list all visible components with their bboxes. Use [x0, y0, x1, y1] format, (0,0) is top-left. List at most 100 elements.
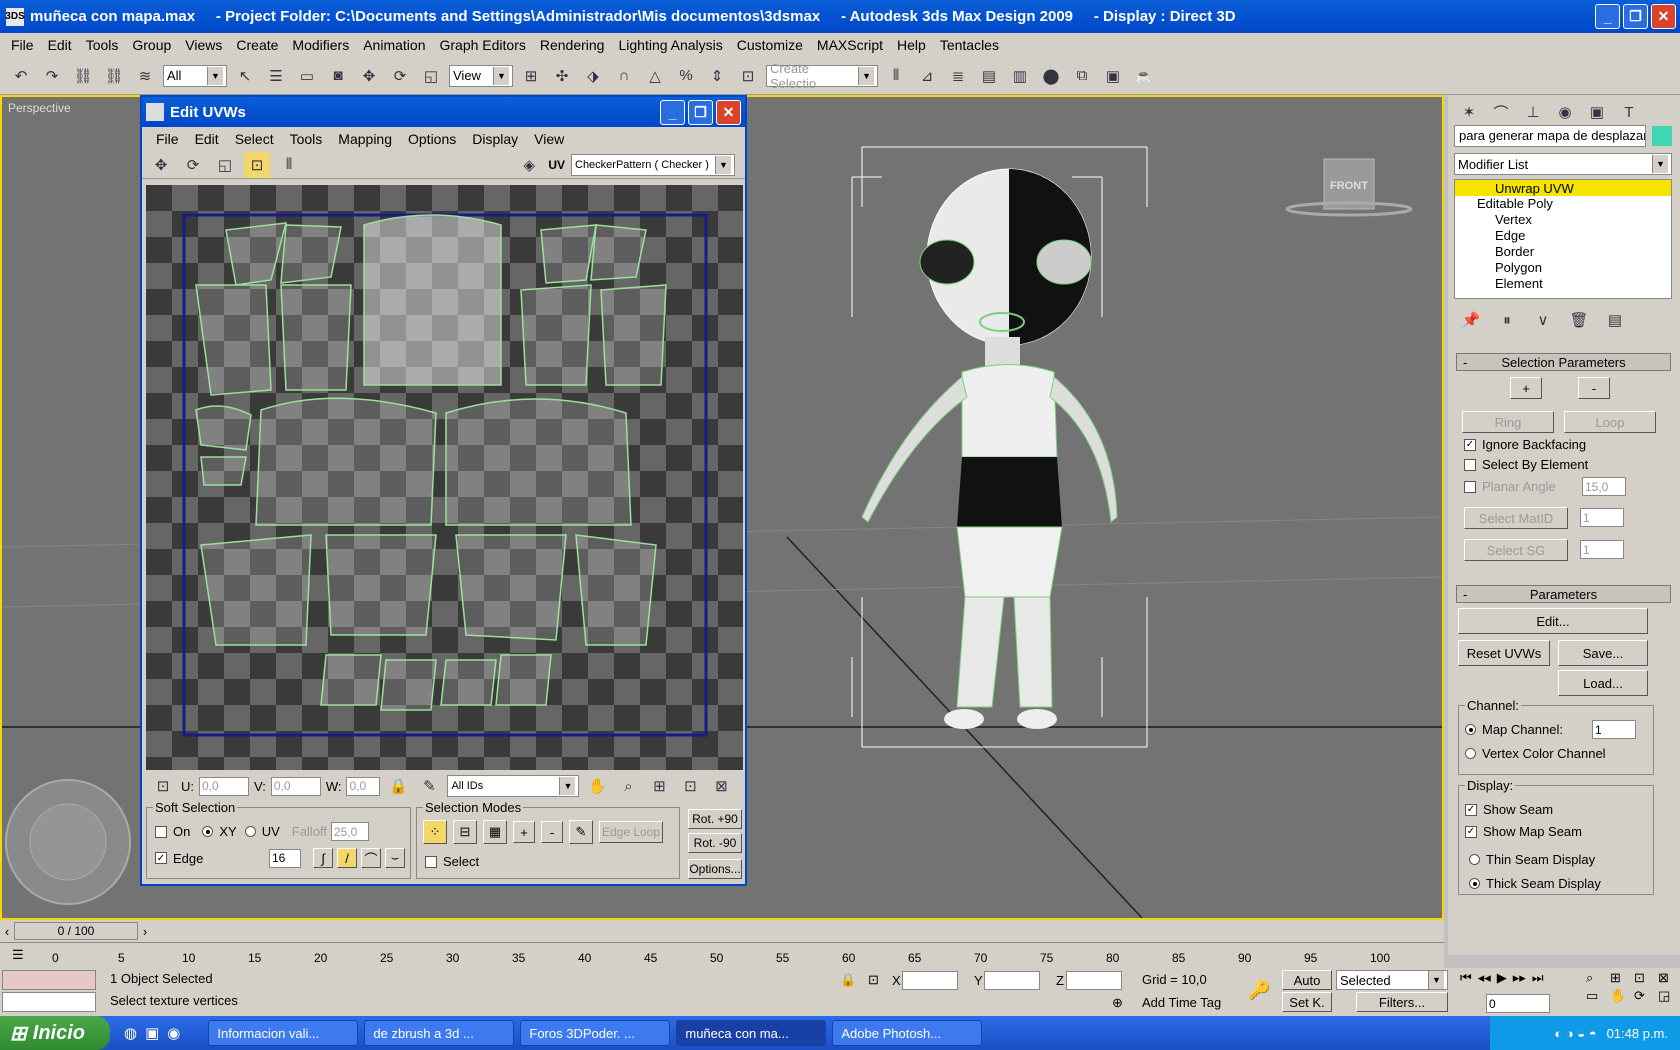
- stack-item-vertex[interactable]: Vertex: [1455, 212, 1671, 228]
- grow-selection-button[interactable]: +: [513, 821, 535, 843]
- edge-mode-icon[interactable]: ⊟: [453, 820, 477, 844]
- ring-button[interactable]: Ring: [1462, 411, 1554, 433]
- motion-tab-icon[interactable]: ◉: [1552, 99, 1578, 125]
- task-zbrush[interactable]: de zbrush a 3d ...: [364, 1020, 515, 1046]
- u-field[interactable]: 0,0: [199, 776, 249, 796]
- menu-rendering[interactable]: Rendering: [533, 37, 612, 53]
- edge-loop-button[interactable]: Edge Loop: [599, 821, 663, 843]
- uvw-scale-icon[interactable]: ◱: [212, 152, 238, 178]
- loop-button[interactable]: Loop: [1564, 411, 1656, 433]
- select-by-element-checkbox[interactable]: [1464, 458, 1476, 471]
- planar-angle-checkbox[interactable]: [1464, 480, 1476, 493]
- show-map-seam-checkbox[interactable]: ✓: [1465, 825, 1477, 838]
- w-field[interactable]: 0,0: [346, 776, 381, 796]
- soft-on-checkbox[interactable]: [155, 825, 167, 838]
- prev-key-icon[interactable]: ◂◂: [1478, 970, 1491, 986]
- minimize-button[interactable]: _: [1595, 4, 1620, 29]
- thin-seam-radio[interactable]: [1469, 854, 1480, 865]
- schematic-view-icon[interactable]: ▥: [1007, 63, 1033, 89]
- render-setup-icon[interactable]: ⧉: [1069, 63, 1095, 89]
- orbit-icon[interactable]: ⟳: [1634, 988, 1656, 1004]
- window-crossing-icon[interactable]: ◙: [325, 63, 351, 89]
- track-bar-menu-icon[interactable]: ☰: [12, 947, 24, 963]
- planar-angle-field[interactable]: 15,0: [1582, 477, 1626, 496]
- key-filter-dropdown[interactable]: Selected ▼: [1336, 970, 1448, 990]
- material-editor-icon[interactable]: ⬤: [1038, 63, 1064, 89]
- uvw-menu-file[interactable]: File: [148, 131, 187, 147]
- select-element-checkbox[interactable]: [425, 855, 437, 868]
- modifier-list-dropdown[interactable]: Modifier List ▼: [1454, 153, 1672, 175]
- create-tab-icon[interactable]: ✶: [1456, 99, 1482, 125]
- paint-select-icon[interactable]: ✎: [416, 773, 442, 799]
- unlink-icon[interactable]: ⛓: [101, 63, 127, 89]
- chrome-icon[interactable]: ◉: [167, 1024, 180, 1042]
- uvw-menu-select[interactable]: Select: [227, 131, 282, 147]
- falloff-smooth-icon[interactable]: ∫: [313, 848, 333, 868]
- menu-group[interactable]: Group: [125, 37, 178, 53]
- edge-distance-field[interactable]: 16: [269, 848, 301, 868]
- menu-help[interactable]: Help: [890, 37, 933, 53]
- goto-start-icon[interactable]: ⏮: [1460, 970, 1472, 986]
- menu-maxscript[interactable]: MAXScript: [810, 37, 890, 53]
- matid-field[interactable]: 1: [1580, 508, 1624, 527]
- curve-editor-icon[interactable]: ▤: [976, 63, 1002, 89]
- scale-icon[interactable]: ◱: [418, 63, 444, 89]
- edge-checkbox[interactable]: ✓: [155, 852, 167, 864]
- time-tag-icon[interactable]: ⊕: [1112, 995, 1123, 1011]
- current-frame-field[interactable]: 0: [1486, 994, 1550, 1013]
- steering-wheel[interactable]: [5, 779, 131, 905]
- modify-tab-icon[interactable]: ⌒: [1488, 99, 1514, 125]
- selection-filter-dropdown[interactable]: All ▼: [163, 64, 227, 87]
- zoom-icon[interactable]: ⌕: [615, 773, 641, 799]
- goto-end-icon[interactable]: ⏭: [1532, 970, 1544, 986]
- named-selection-dropdown[interactable]: Create Selectio ▼: [766, 61, 878, 91]
- selection-lock-icon[interactable]: 🔒: [840, 972, 856, 988]
- select-object-icon[interactable]: ↖: [232, 63, 258, 89]
- object-color-swatch[interactable]: [1652, 126, 1672, 146]
- select-manipulate-icon[interactable]: ✣: [549, 63, 575, 89]
- uvw-menu-view[interactable]: View: [526, 131, 572, 147]
- stack-item-element[interactable]: Element: [1455, 276, 1671, 292]
- desktop-icon[interactable]: ▣: [145, 1024, 159, 1042]
- stack-item-editable-poly[interactable]: Editable Poly: [1455, 196, 1671, 212]
- next-frame-arrow-icon[interactable]: ›: [138, 924, 152, 939]
- absolute-mode-icon[interactable]: ⊡: [868, 972, 879, 988]
- select-matid-button[interactable]: Select MatID: [1464, 507, 1568, 529]
- layer-manager-icon[interactable]: ≣: [945, 63, 971, 89]
- remove-modifier-icon[interactable]: 🗑: [1566, 307, 1592, 333]
- pin-stack-icon[interactable]: 📌: [1458, 307, 1484, 333]
- pivot-center-icon[interactable]: ⊞: [518, 63, 544, 89]
- set-key-icon[interactable]: 🔑: [1248, 980, 1270, 1001]
- menu-lighting-analysis[interactable]: Lighting Analysis: [611, 37, 729, 53]
- sel-minus-button[interactable]: -: [1578, 377, 1610, 399]
- save-button[interactable]: Save...: [1558, 640, 1648, 666]
- render-teapot-icon[interactable]: ☕: [1131, 63, 1157, 89]
- maximize-button[interactable]: ❐: [1623, 4, 1648, 29]
- set-key-button[interactable]: Set K.: [1282, 992, 1332, 1012]
- ids-dropdown[interactable]: All IDs ▼: [447, 775, 580, 797]
- texture-dropdown[interactable]: CheckerPattern ( Checker ) ▼: [571, 153, 735, 176]
- uvw-maximize-button[interactable]: ❐: [688, 100, 713, 125]
- key-filters-button[interactable]: Filters...: [1356, 992, 1448, 1012]
- uvw-menu-options[interactable]: Options: [400, 131, 464, 147]
- close-button[interactable]: ✕: [1651, 4, 1676, 29]
- rectangular-selection-icon[interactable]: ▭: [294, 63, 320, 89]
- uvw-freeform-icon[interactable]: ⊡: [244, 151, 270, 178]
- uvw-menu-tools[interactable]: Tools: [282, 131, 331, 147]
- zoom-extents-icon[interactable]: ⊡: [677, 773, 703, 799]
- rotate-icon[interactable]: ⟳: [387, 63, 413, 89]
- pan-nav-icon[interactable]: ✋: [1610, 988, 1632, 1004]
- zoom-extents-nav-icon[interactable]: ⊡: [1634, 970, 1656, 986]
- load-button[interactable]: Load...: [1558, 670, 1648, 696]
- zoom-region-icon[interactable]: ⊞: [646, 773, 672, 799]
- object-name-field[interactable]: para generar mapa de desplazar: [1454, 125, 1646, 147]
- stack-item-edge[interactable]: Edge: [1455, 228, 1671, 244]
- track-bar[interactable]: ☰ 0 5 10 15 20 25 30 35 40 45 50 55 60 6…: [0, 942, 1444, 968]
- tray-icons[interactable]: ◐ ◑ ◒ ◓: [1554, 1026, 1596, 1041]
- utilities-tab-icon[interactable]: T: [1616, 99, 1642, 125]
- rot-minus-90-button[interactable]: Rot. -90: [688, 833, 742, 853]
- uv-radio[interactable]: [244, 826, 256, 837]
- menu-graph-editors[interactable]: Graph Editors: [432, 37, 532, 53]
- time-slider[interactable]: ‹ 0 / 100 ›: [0, 920, 1444, 942]
- menu-modifiers[interactable]: Modifiers: [285, 37, 356, 53]
